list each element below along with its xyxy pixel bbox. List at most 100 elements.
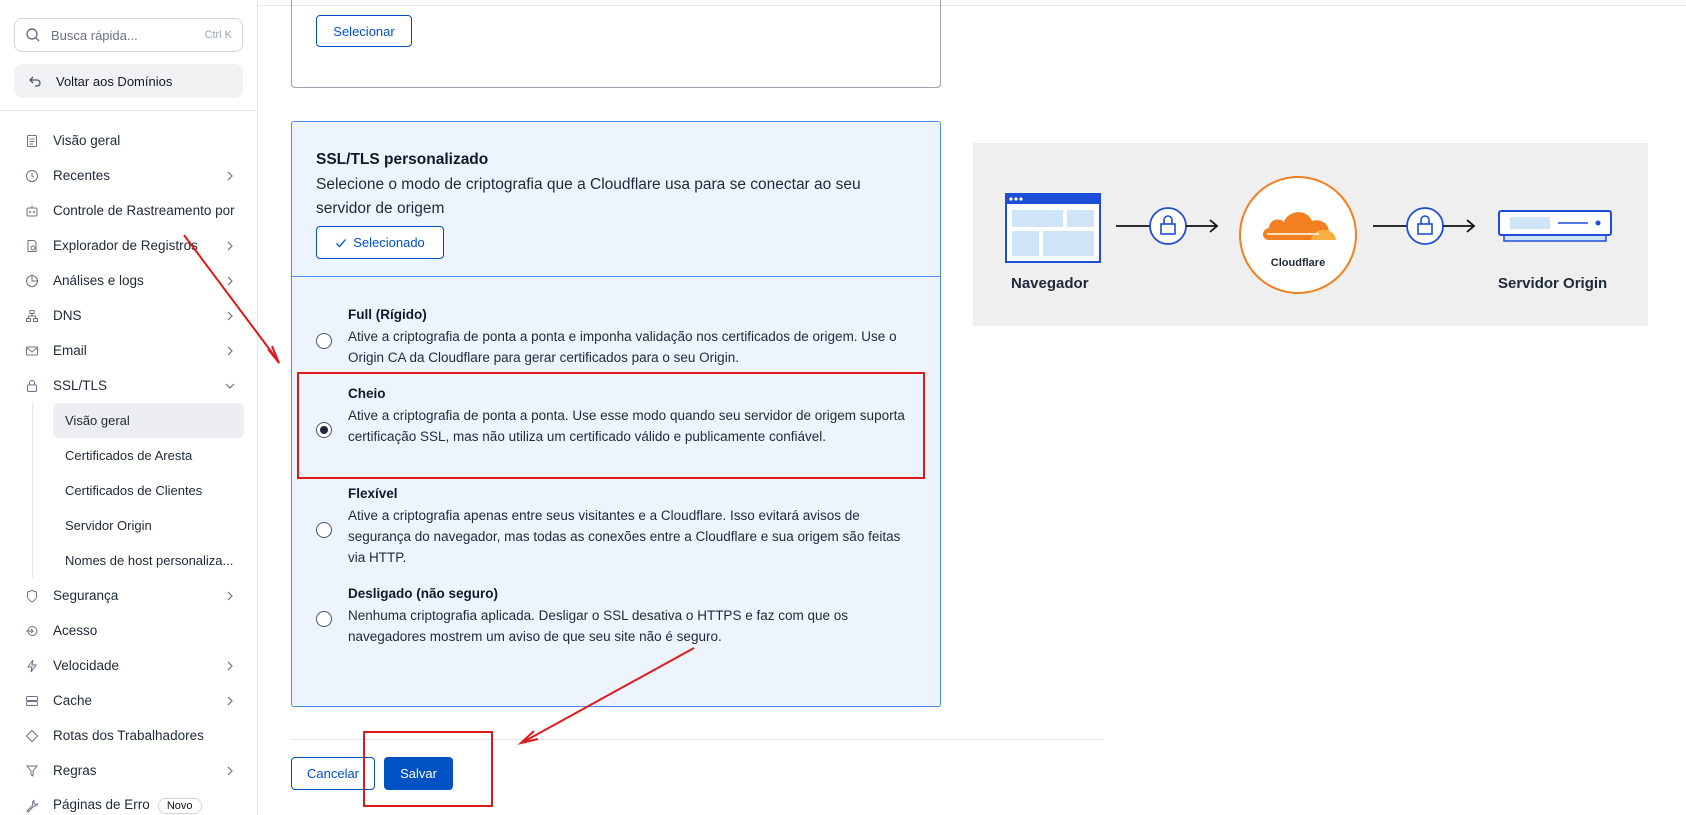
option-description: Ative a criptografia de ponta a ponta e …: [348, 329, 897, 365]
panel-header: SSL/TLS personalizado Selecione o modo d…: [292, 122, 940, 277]
option-description: Ative a criptografia apenas entre seus v…: [348, 508, 901, 565]
sidebar-item-label: SSL/TLS: [53, 378, 108, 393]
sidebar-item-label: Email: [53, 343, 87, 358]
registry-icon: [24, 238, 40, 254]
ssl-submenu: Visão geral Certificados de Aresta Certi…: [0, 403, 258, 578]
sidebar-item-label: Controle de Rastreamento por I.: [53, 203, 236, 218]
previous-option-card: Selecionar: [291, 0, 941, 88]
sidebar-item-worker-routes[interactable]: Rotas dos Trabalhadores: [0, 718, 258, 753]
history-icon: [24, 168, 40, 184]
sidebar-subitem-client-certificates[interactable]: Certificados de Clientes: [53, 473, 244, 508]
chevron-right-icon: [227, 766, 233, 775]
cloudflare-cloud-icon: [1263, 212, 1336, 240]
sidebar-subitem-custom-hostnames[interactable]: Nomes de host personaliza...: [53, 543, 244, 578]
crawler-icon: [24, 203, 40, 219]
origin-server-label: Servidor Origin: [1498, 275, 1608, 292]
sidebar-nav: Visão geral Recentes Controle de Rastrea…: [0, 123, 258, 815]
lock-connection-left-icon: [1116, 207, 1219, 245]
sidebar-subitem-ssl-overview[interactable]: Visão geral: [53, 403, 244, 438]
selected-button-label: Selecionado: [353, 235, 425, 250]
chevron-down-icon: [225, 383, 235, 389]
sidebar-item-access[interactable]: Acesso: [0, 613, 258, 648]
lock-connection-right-icon: [1373, 207, 1476, 245]
back-label: Voltar aos Domínios: [56, 73, 173, 89]
select-button[interactable]: Selecionar: [316, 15, 412, 47]
network-icon: [24, 308, 40, 324]
sidebar-item-label: Páginas de Erro Novo: [53, 797, 236, 814]
sidebar-item-recent[interactable]: Recentes: [0, 158, 258, 193]
back-to-domains-button[interactable]: Voltar aos Domínios: [14, 64, 243, 98]
error-pages-label: Páginas de Erro: [53, 797, 150, 812]
sidebar-subitem-origin-server[interactable]: Servidor Origin: [53, 508, 244, 543]
sidebar-item-label: Segurança: [53, 588, 119, 603]
selected-button[interactable]: Selecionado: [316, 226, 444, 259]
panel-title: SSL/TLS personalizado: [316, 151, 489, 168]
back-arrow-icon: [29, 76, 41, 87]
check-icon: [336, 238, 347, 247]
sidebar-item-security[interactable]: Segurança: [0, 578, 258, 613]
chevron-right-icon: [227, 346, 233, 355]
ssl-flow-diagram: Navegador Cloudflare Servidor Origin: [973, 143, 1648, 326]
sidebar-item-log-explorer[interactable]: Explorador de Registros: [0, 228, 258, 263]
cloudflare-label: Cloudflare: [1270, 257, 1326, 269]
search-icon: [26, 28, 40, 42]
chevron-right-icon: [227, 696, 233, 705]
sidebar-item-label: Explorador de Registros: [53, 238, 198, 253]
wrench-icon: [24, 798, 40, 814]
chevron-right-icon: [227, 591, 233, 600]
mail-icon: [24, 343, 40, 359]
option-title: Flexível: [348, 486, 398, 501]
sidebar-item-analytics[interactable]: Análises e logs: [0, 263, 258, 298]
option-title: Desligado (não seguro): [348, 586, 499, 601]
shield-icon: [24, 588, 40, 604]
sidebar-item-rules[interactable]: Regras: [0, 753, 258, 788]
sidebar: Busca rápida... Ctrl K Voltar aos Domíni…: [0, 0, 258, 815]
lock-icon: [24, 378, 40, 394]
chevron-right-icon: [227, 311, 233, 320]
sidebar-item-crawl-control[interactable]: Controle de Rastreamento por I.: [0, 193, 258, 228]
sidebar-item-label: Velocidade: [53, 658, 120, 673]
sidebar-subitem-edge-certificates[interactable]: Certificados de Aresta: [53, 438, 244, 473]
rules-icon: [24, 763, 40, 779]
chevron-right-icon: [227, 661, 233, 670]
option-description: Nenhuma criptografia aplicada. Desligar …: [348, 608, 849, 644]
sidebar-item-label: Análises e logs: [53, 273, 144, 288]
sidebar-item-email[interactable]: Email: [0, 333, 258, 368]
annotation-highlight-full-option: [297, 372, 925, 479]
cache-icon: [24, 693, 40, 709]
sidebar-item-label: Regras: [53, 763, 97, 778]
app: Busca rápida... Ctrl K Voltar aos Domíni…: [0, 0, 1686, 815]
chevron-right-icon: [227, 276, 233, 285]
sidebar-item-cache[interactable]: Cache: [0, 683, 258, 718]
search-placeholder: Busca rápida...: [51, 27, 138, 43]
sidebar-item-overview[interactable]: Visão geral: [0, 123, 258, 158]
panel-description: Selecione o modo de criptografia que a C…: [316, 176, 861, 217]
sidebar-item-error-pages[interactable]: Páginas de Erro Novo: [0, 788, 258, 815]
annotation-highlight-save-button: [363, 731, 493, 807]
sidebar-item-speed[interactable]: Velocidade: [0, 648, 258, 683]
cloudflare-node: Cloudflare: [1239, 176, 1357, 294]
sidebar-item-label: Recentes: [53, 168, 111, 183]
sidebar-item-label: Acesso: [53, 623, 98, 638]
sidebar-item-dns[interactable]: DNS: [0, 298, 258, 333]
chart-icon: [24, 273, 40, 289]
access-icon: [24, 623, 40, 639]
document-icon: [24, 133, 40, 149]
chevron-right-icon: [227, 241, 233, 250]
sidebar-item-label: Rotas dos Trabalhadores: [53, 728, 204, 743]
quick-search[interactable]: Busca rápida... Ctrl K: [14, 18, 243, 52]
chevron-right-icon: [227, 171, 233, 180]
sidebar-item-label: Visão geral: [53, 133, 121, 148]
radio-flexible[interactable]: [316, 522, 332, 538]
sidebar-item-label: Cache: [53, 693, 93, 708]
route-icon: [24, 728, 40, 744]
sidebar-item-ssl-tls[interactable]: SSL/TLS: [0, 368, 258, 403]
browser-window-icon: [1005, 193, 1101, 263]
sidebar-divider: [0, 110, 258, 111]
radio-off[interactable]: [316, 611, 332, 627]
origin-server-icon: [1498, 210, 1612, 242]
sidebar-item-label: DNS: [53, 308, 82, 323]
radio-full-strict[interactable]: [316, 333, 332, 349]
search-shortcut: Ctrl K: [204, 29, 233, 41]
new-badge: Novo: [157, 798, 202, 814]
